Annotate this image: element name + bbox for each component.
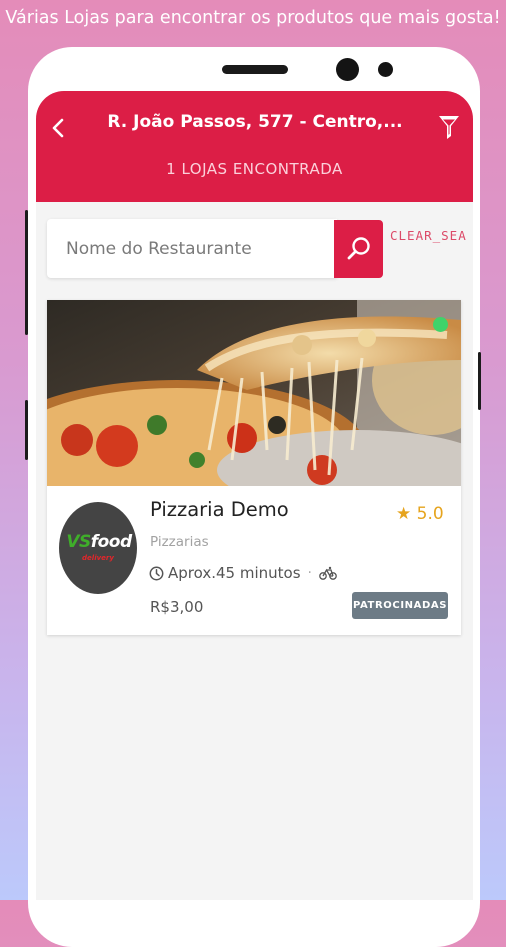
stores-count: 1 LOJAS ENCONTRADA [166,160,343,178]
star-icon: ★ [396,504,412,524]
phone-side-button [25,210,28,335]
delivery-time: Aprox.45 minutos [168,564,301,582]
phone-sensor [378,62,393,77]
open-status-indicator [433,317,448,332]
store-rating: ★ 5.0 [396,504,444,524]
phone-side-button [25,400,28,460]
clock-icon [149,566,164,580]
store-logo: VSfood delivery [59,502,137,594]
clear-search-button[interactable]: CLEAR_SEA [390,228,467,243]
delivery-fee: R$3,00 [150,598,204,616]
search-field [47,219,337,278]
store-logo-brand: VSfood [66,532,132,552]
chevron-left-icon[interactable] [48,117,70,139]
store-card[interactable]: VSfood delivery Pizzaria Demo ★ 5.0 Pizz… [47,300,461,635]
search-button[interactable] [334,220,383,278]
promo-caption: Várias Lojas para encontrar os produtos … [5,8,501,28]
rating-value: 5.0 [416,504,444,524]
phone-speaker [222,65,288,74]
delivery-address[interactable]: R. João Passos, 577 - Centro,... [96,112,414,132]
bicycle-icon [319,566,337,580]
phone-side-button [478,352,481,410]
search-input[interactable] [47,219,336,278]
pizza-photo [47,300,461,486]
store-banner-image [47,300,461,486]
filter-icon[interactable] [437,114,461,140]
delivery-info: Aprox.45 minutos · [149,563,337,583]
store-category: Pizzarias [150,534,209,550]
store-logo-tagline: delivery [82,554,114,562]
store-name: Pizzaria Demo [150,498,289,521]
search-icon [347,237,370,260]
sponsored-badge: PATROCINADAS [352,592,448,619]
app-header: R. João Passos, 577 - Centro,... 1 LOJAS… [36,91,473,202]
phone-camera [336,58,359,81]
app-screen: R. João Passos, 577 - Centro,... 1 LOJAS… [36,91,473,900]
separator-dot: · [307,565,312,581]
